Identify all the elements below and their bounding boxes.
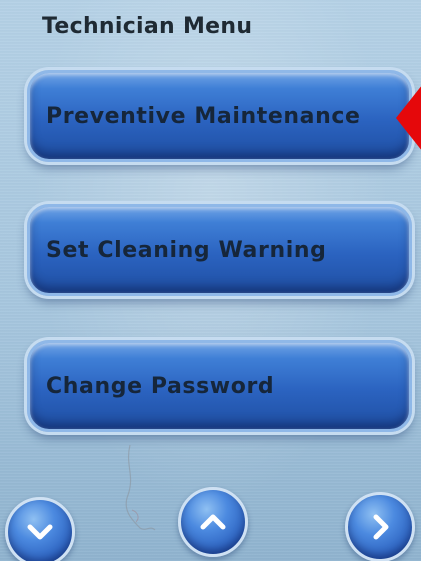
change-password-label: Change Password <box>46 373 275 399</box>
next-page-button[interactable] <box>345 492 415 561</box>
chevron-down-icon <box>27 524 53 540</box>
chevron-right-icon <box>373 514 389 540</box>
set-cleaning-warning-button[interactable]: Set Cleaning Warning <box>27 204 412 296</box>
chevron-up-icon <box>200 514 226 530</box>
screen-smudge <box>125 444 156 531</box>
set-cleaning-warning-label: Set Cleaning Warning <box>46 237 327 263</box>
technician-menu-screen: Technician Menu Preventive Maintenance S… <box>0 0 421 561</box>
page-title: Technician Menu <box>42 14 253 39</box>
preventive-maintenance-label: Preventive Maintenance <box>46 103 361 129</box>
scroll-down-button[interactable] <box>5 497 75 561</box>
change-password-button[interactable]: Change Password <box>27 340 412 432</box>
preventive-maintenance-button[interactable]: Preventive Maintenance <box>27 70 412 162</box>
red-pointer-marker <box>396 80 421 156</box>
scroll-up-button[interactable] <box>178 487 248 557</box>
